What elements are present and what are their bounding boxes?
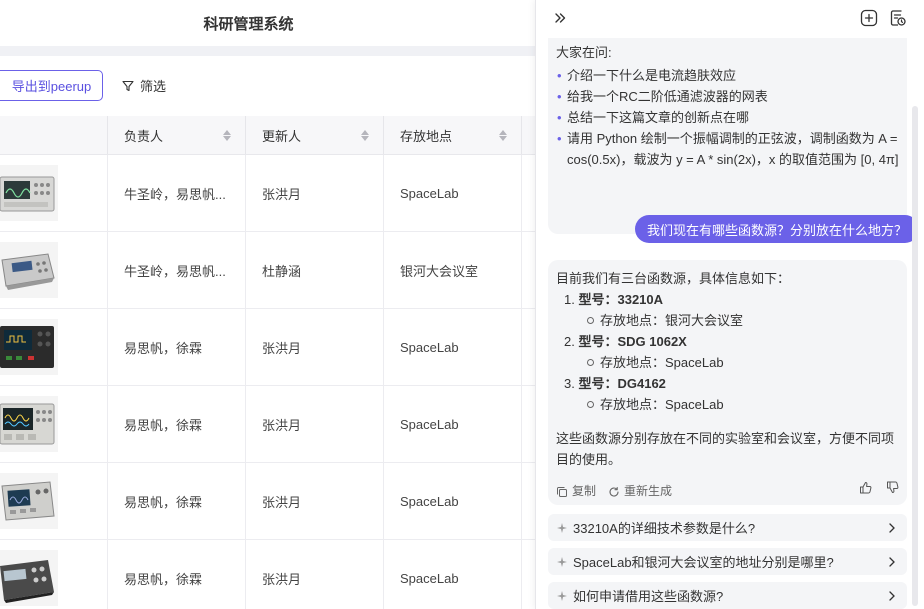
sort-icon[interactable]	[223, 129, 231, 141]
app-title: 科研管理系统	[203, 15, 294, 33]
assistant-answer-card: 目前我们有三台函数源，具体信息如下： 1. 型号：33210A 存放地点：银河大…	[548, 260, 907, 505]
table-row[interactable]: 易思帆，徐霖 张洪月 SpaceLab	[0, 540, 535, 609]
followup-question[interactable]: 如何申请借用这些函数源?	[548, 582, 907, 609]
filter-button[interactable]: 筛选	[122, 76, 166, 95]
answer-summary: 这些函数源分别存放在不同的实验室和会议室，方便不同项目的使用。	[556, 431, 895, 467]
answer-intro: 目前我们有三台函数源，具体信息如下：	[556, 271, 791, 286]
regenerate-button[interactable]: 重新生成	[608, 481, 672, 502]
sparkle-icon	[557, 522, 567, 533]
chat-scroll-area[interactable]: 大家在问: 介绍一下什么是电流趋肤效应 给我一个RC二阶低通滤波器的网表 总结一…	[536, 38, 918, 609]
filter-icon	[122, 80, 134, 91]
suggested-question[interactable]: 介绍一下什么是电流趋肤效应	[556, 65, 899, 86]
list-item: 3. 型号：DG4162 存放地点：SpaceLab	[564, 373, 899, 415]
suggested-question[interactable]: 给我一个RC二阶低通滤波器的网表	[556, 86, 899, 107]
sparkle-icon	[557, 590, 567, 601]
device-thumbnail[interactable]	[0, 550, 58, 606]
assistant-header	[536, 0, 924, 38]
table-row[interactable]: 牛圣岭，易思帆... 杜静涵 银河大会议室	[0, 232, 535, 309]
suggested-question[interactable]: 请用 Python 绘制一个振幅调制的正弦波，调制函数为 A = cos(0.5…	[556, 128, 899, 170]
device-table: 负责人 更新人 存放地点 牛圣岭，易思帆... 张洪月 SpaceLab 牛圣岭…	[0, 116, 535, 609]
top-bar: 科研管理系统	[0, 0, 535, 46]
assistant-panel: 大家在问: 介绍一下什么是电流趋肤效应 给我一个RC二阶低通滤波器的网表 总结一…	[535, 0, 924, 609]
answer-actions: 复制 重新生成	[556, 481, 672, 502]
sparkle-icon	[557, 556, 567, 567]
sort-icon[interactable]	[361, 129, 369, 141]
device-thumbnail[interactable]	[0, 165, 58, 221]
copy-icon	[557, 486, 567, 497]
scrollbar[interactable]	[912, 106, 918, 606]
table-header: 负责人 更新人 存放地点	[0, 116, 535, 155]
thumbs-down-icon[interactable]	[886, 481, 899, 494]
main-area: 科研管理系统 导出到peerup 筛选 负责人 更新人 存放地点 牛圣岭，易思帆…	[0, 0, 535, 609]
thumbs-up-icon[interactable]	[859, 481, 872, 494]
followup-question[interactable]: 33210A的详细技术参数是什么?	[548, 514, 907, 541]
device-thumbnail[interactable]	[0, 242, 58, 298]
user-message-bubble: 我们现在有哪些函数源？分别放在什么地方？	[635, 215, 918, 243]
table-row[interactable]: 易思帆，徐霖 张洪月 SpaceLab	[0, 463, 535, 540]
table-row[interactable]: 牛圣岭，易思帆... 张洪月 SpaceLab	[0, 155, 535, 232]
feedback-buttons	[859, 481, 899, 494]
suggested-question[interactable]: 总结一下这篇文章的创新点在哪	[556, 107, 899, 128]
chevron-right-icon	[889, 556, 895, 567]
sort-icon[interactable]	[499, 129, 507, 141]
list-item: 1. 型号：33210A 存放地点：银河大会议室	[564, 289, 899, 331]
export-to-peerup-button[interactable]: 导出到peerup	[0, 70, 103, 101]
table-row[interactable]: 易思帆，徐霖 张洪月 SpaceLab	[0, 386, 535, 463]
history-icon[interactable]	[889, 9, 907, 27]
followup-question[interactable]: SpaceLab和银河大会议室的地址分别是哪里?	[548, 548, 907, 575]
copy-button[interactable]: 复制	[556, 481, 596, 502]
double-chevron-right-icon[interactable]	[552, 10, 568, 26]
device-thumbnail[interactable]	[0, 473, 58, 529]
column-header-location[interactable]: 存放地点	[384, 116, 522, 154]
device-list: 1. 型号：33210A 存放地点：银河大会议室 2. 型号：SDG 1062X…	[556, 289, 899, 415]
table-row[interactable]: 易思帆，徐霖 张洪月 SpaceLab	[0, 309, 535, 386]
chevron-right-icon	[889, 590, 895, 601]
column-header-updater[interactable]: 更新人	[246, 116, 384, 154]
filter-label: 筛选	[140, 79, 167, 94]
device-thumbnail[interactable]	[0, 319, 58, 375]
suggested-questions-card: 大家在问: 介绍一下什么是电流趋肤效应 给我一个RC二阶低通滤波器的网表 总结一…	[548, 38, 907, 234]
suggested-label: 大家在问:	[556, 45, 612, 60]
column-header-owner[interactable]: 负责人	[108, 116, 246, 154]
chevron-right-icon	[889, 522, 895, 533]
refresh-icon	[609, 486, 619, 497]
list-item: 2. 型号：SDG 1062X 存放地点：SpaceLab	[564, 331, 899, 373]
new-chat-icon[interactable]	[860, 9, 878, 27]
device-thumbnail[interactable]	[0, 396, 58, 452]
